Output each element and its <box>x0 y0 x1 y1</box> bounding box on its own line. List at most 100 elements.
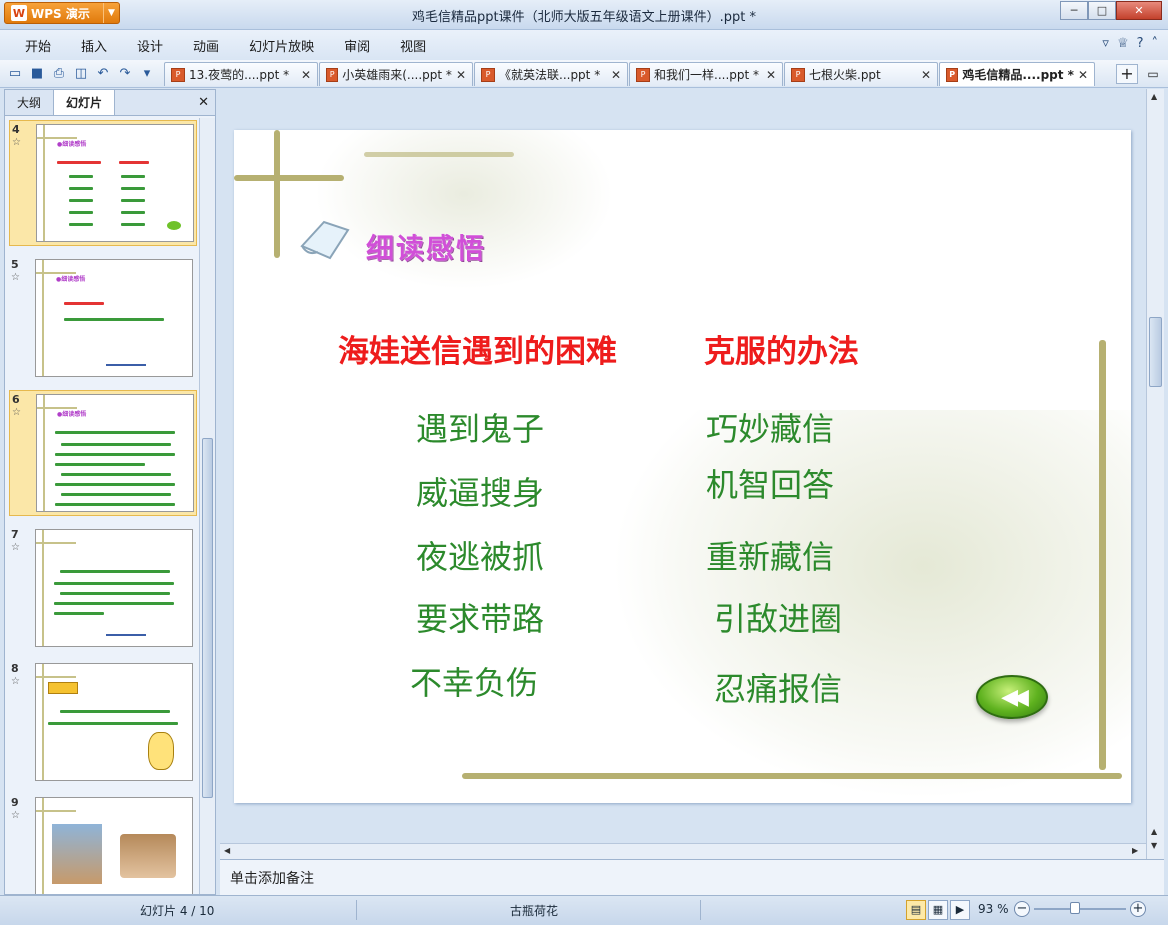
menu-design[interactable]: 设计 <box>122 36 178 55</box>
menu-right-icons: ▿ ♕ ? ˄ <box>1102 36 1158 51</box>
close-window-button[interactable]: ✕ <box>1116 1 1162 20</box>
chevron-down-icon[interactable]: ▿ <box>1102 36 1109 51</box>
slide-thumbnail[interactable]: 8 ☆ <box>9 660 197 786</box>
customize-toolbar-icon[interactable]: ▾ <box>138 64 156 82</box>
slide-scrollbar-horizontal[interactable]: ◀ ▶ <box>220 843 1146 859</box>
rewind-icon: ◀◀ <box>1001 684 1029 710</box>
tab-slides[interactable]: 幻灯片 <box>53 89 116 115</box>
close-tab-icon[interactable]: ✕ <box>766 68 776 82</box>
minimize-button[interactable]: ─ <box>1060 1 1088 20</box>
tab-outline[interactable]: 大纲 <box>5 90 53 115</box>
print-preview-icon[interactable]: ◫ <box>72 64 90 82</box>
slide-canvas[interactable]: 细读感悟 海娃送信遇到的困难 克服的办法 遇到鬼子 威逼搜身 夜逃被抓 要求带路… <box>234 130 1131 803</box>
slideshow-view-icon[interactable]: ▶ <box>950 900 970 920</box>
doc-tab[interactable]: P 《就英法联...ppt * ✕ <box>474 62 628 86</box>
slide-number: 7 <box>11 528 19 541</box>
close-tab-icon[interactable]: ✕ <box>456 68 466 82</box>
help-icon[interactable]: ? <box>1137 36 1144 51</box>
ppt-file-icon: P <box>326 67 339 82</box>
solution-item[interactable]: 重新藏信 <box>706 532 834 578</box>
undo-icon[interactable]: ↶ <box>94 64 112 82</box>
panel-scrollbar[interactable] <box>199 118 215 894</box>
doc-tab-label: 七根火柴.ppt <box>809 68 881 82</box>
difficulty-item[interactable]: 不幸负伤 <box>410 658 538 704</box>
difficulty-item[interactable]: 威逼搜身 <box>416 468 544 514</box>
slide-counter: 幻灯片 4 / 10 <box>140 904 215 918</box>
solution-item[interactable]: 机智回答 <box>706 460 834 506</box>
divider <box>356 900 357 920</box>
doc-tab-active[interactable]: P 鸡毛信精品....ppt * ✕ <box>939 62 1095 86</box>
doc-tab[interactable]: P 13.夜莺的....ppt * ✕ <box>164 62 318 86</box>
slide-sorter-icon[interactable]: ▦ <box>928 900 948 920</box>
doc-tab-label: 13.夜莺的....ppt * <box>189 68 290 82</box>
menu-bar: 开始 插入 设计 动画 幻灯片放映 审阅 视图 ▿ ♕ ? ˄ <box>0 30 1168 60</box>
close-tab-icon[interactable]: ✕ <box>611 68 621 82</box>
open-folder-icon[interactable]: ▭ <box>6 64 24 82</box>
scrollbar-thumb[interactable] <box>1149 317 1162 387</box>
status-bar: 幻灯片 4 / 10 古瓶荷花 ▤ ▦ ▶ 93 % − + <box>0 895 1168 925</box>
heading-difficulties[interactable]: 海娃送信遇到的困难 <box>338 326 617 371</box>
slide-thumbnail[interactable]: 9 ☆ <box>9 794 197 894</box>
close-tab-icon[interactable]: ✕ <box>301 68 311 82</box>
normal-view-icon[interactable]: ▤ <box>906 900 926 920</box>
slide-title[interactable]: 细读感悟 <box>366 227 486 267</box>
minimize-ribbon-icon[interactable]: ˄ <box>1152 36 1159 51</box>
skin-icon[interactable]: ♕ <box>1117 36 1129 51</box>
doc-tab[interactable]: P 七根火柴.ppt ✕ <box>784 62 938 86</box>
solution-item[interactable]: 引敌进圈 <box>714 594 842 640</box>
zoom-slider-track[interactable] <box>1034 908 1126 910</box>
doc-tab[interactable]: P 小英雄雨来(....ppt * ✕ <box>319 62 473 86</box>
new-tab-button[interactable]: + <box>1116 64 1138 84</box>
menu-home[interactable]: 开始 <box>10 36 66 55</box>
slide-preview: ●细读感悟 <box>36 394 194 512</box>
doc-tab-label: 《就英法联...ppt * <box>499 68 601 82</box>
doc-tab[interactable]: P 和我们一样....ppt * ✕ <box>629 62 783 86</box>
slide-thumbnail[interactable]: 7 ☆ <box>9 526 197 652</box>
scroll-right-icon[interactable]: ▶ <box>1132 846 1138 855</box>
vine-decoration <box>234 175 344 181</box>
animation-star-icon: ☆ <box>12 137 21 148</box>
solution-item[interactable]: 忍痛报信 <box>714 664 842 710</box>
ppt-file-icon: P <box>171 67 185 82</box>
redo-icon[interactable]: ↷ <box>116 64 134 82</box>
previous-slide-icon[interactable]: ▲ <box>1151 827 1157 836</box>
next-slide-icon[interactable]: ▼ <box>1151 841 1157 850</box>
slide-scrollbar-vertical[interactable]: ▲ ▲ ▼ <box>1146 89 1164 859</box>
slide-thumbnail[interactable]: 5 ☆ ●细读感悟 <box>9 256 197 382</box>
difficulty-item[interactable]: 夜逃被抓 <box>416 532 544 578</box>
scroll-left-icon[interactable]: ◀ <box>224 846 230 855</box>
menu-view[interactable]: 视图 <box>385 36 441 55</box>
animation-star-icon: ☆ <box>11 810 20 821</box>
menu-insert[interactable]: 插入 <box>66 36 122 55</box>
ppt-file-icon: P <box>481 67 495 82</box>
vine-decoration <box>364 152 514 157</box>
slide-thumbnail[interactable]: 6 ☆ ●细读感悟 <box>9 390 197 516</box>
menu-animation[interactable]: 动画 <box>178 36 234 55</box>
menu-review[interactable]: 审阅 <box>329 36 385 55</box>
difficulty-item[interactable]: 遇到鬼子 <box>416 404 544 450</box>
close-tab-icon[interactable]: ✕ <box>1078 68 1088 82</box>
slide-thumbnail[interactable]: 4 ☆ ●细读感悟 <box>9 120 197 246</box>
back-rewind-button[interactable]: ◀◀ <box>976 675 1048 719</box>
zoom-in-button[interactable]: + <box>1130 901 1146 917</box>
zoom-slider-handle[interactable] <box>1070 902 1080 914</box>
heading-solutions[interactable]: 克服的办法 <box>704 326 859 371</box>
difficulty-item[interactable]: 要求带路 <box>416 594 544 640</box>
solution-item[interactable]: 巧妙藏信 <box>706 404 834 450</box>
doc-tab-label: 鸡毛信精品....ppt * <box>962 68 1074 82</box>
slide-preview: ●细读感悟 <box>36 124 194 242</box>
tab-list-icon[interactable]: ▭ <box>1142 64 1164 84</box>
scrollbar-thumb[interactable] <box>202 438 213 798</box>
save-icon[interactable]: ■ <box>28 64 46 82</box>
divider <box>700 900 701 920</box>
close-panel-icon[interactable]: ✕ <box>198 95 209 110</box>
maximize-button[interactable]: □ <box>1088 1 1116 20</box>
notes-pane[interactable]: 单击添加备注 <box>220 859 1164 895</box>
vine-decoration <box>274 130 280 258</box>
print-icon[interactable]: ⎙ <box>50 64 68 82</box>
animation-star-icon: ☆ <box>11 542 20 553</box>
close-tab-icon[interactable]: ✕ <box>921 68 931 82</box>
zoom-out-button[interactable]: − <box>1014 901 1030 917</box>
scroll-up-icon[interactable]: ▲ <box>1151 92 1157 101</box>
menu-slideshow[interactable]: 幻灯片放映 <box>234 36 329 55</box>
